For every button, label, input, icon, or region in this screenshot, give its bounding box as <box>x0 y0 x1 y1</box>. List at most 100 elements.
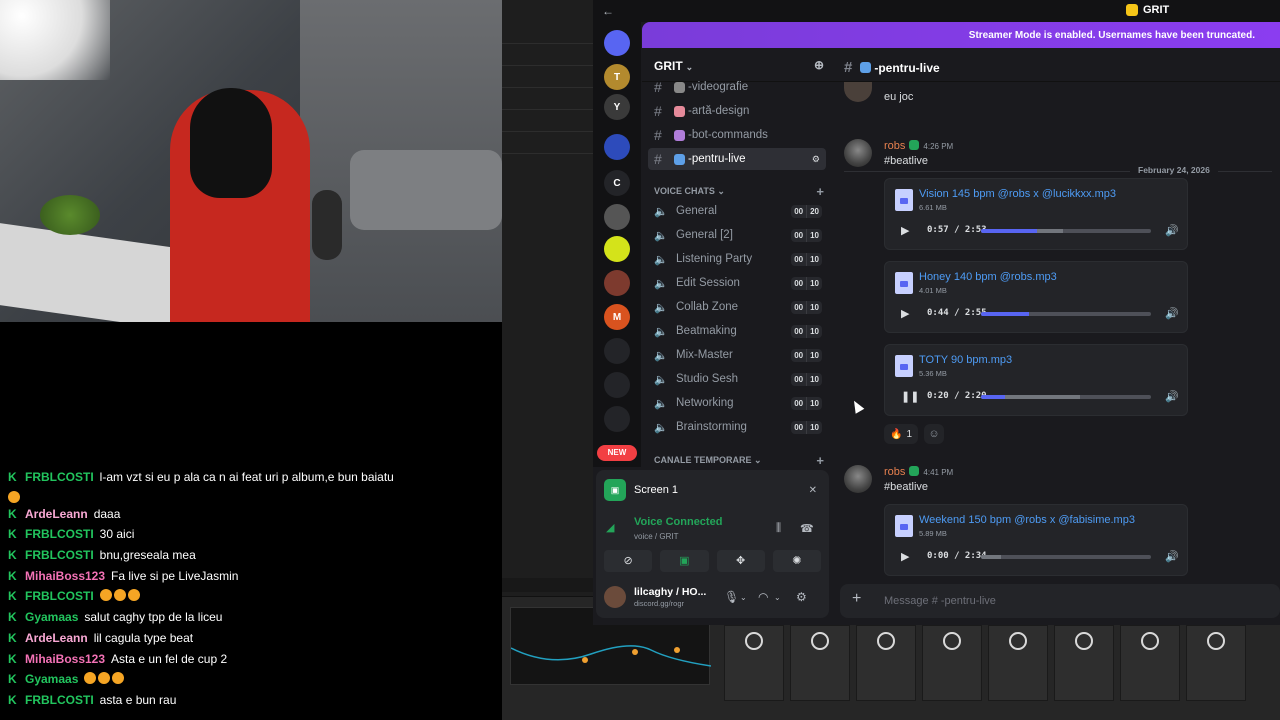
back-arrow-icon[interactable]: ← <box>602 4 614 18</box>
server-icon[interactable] <box>604 270 630 296</box>
author-name[interactable]: robs <box>884 466 905 478</box>
add-channel-icon[interactable]: + <box>816 184 824 199</box>
avatar[interactable] <box>844 82 872 102</box>
chat-username[interactable]: ArdeLeann <box>25 507 88 522</box>
seek-bar[interactable] <box>981 312 1151 316</box>
stop-stream-icon[interactable]: ✕ <box>809 485 817 496</box>
pause-icon[interactable]: ❚❚ <box>901 390 919 403</box>
date-divider: February 24, 2026 <box>844 165 1272 175</box>
headphones-icon[interactable]: ◠ <box>758 590 768 604</box>
server-icon[interactable] <box>604 134 630 160</box>
add-attachment-icon[interactable]: + <box>852 590 861 608</box>
daw-device[interactable] <box>724 625 784 701</box>
chat-username[interactable]: FRBLCOSTI <box>25 693 94 708</box>
voice-channel-path[interactable]: voice / GRIT <box>634 532 678 541</box>
seek-bar[interactable] <box>981 229 1151 233</box>
voice-channel-item[interactable]: 🔈 Collab Zone 00 10 <box>648 296 826 318</box>
chat-username[interactable]: Gyamaas <box>25 610 78 625</box>
screen-share-button-icon[interactable]: ▣ <box>660 550 709 572</box>
volume-icon[interactable]: 🔊 <box>1165 390 1179 403</box>
soundboard-icon[interactable]: ✺ <box>772 550 821 572</box>
microphone-icon[interactable]: 🎙 <box>724 590 739 604</box>
text-channel-item[interactable]: # -pentru-live ⚙ <box>648 148 826 170</box>
settings-gear-icon[interactable]: ⚙ <box>796 590 807 604</box>
daw-device[interactable] <box>856 625 916 701</box>
text-channel-item[interactable]: # -bot-commands <box>648 124 826 146</box>
text-channel-item[interactable]: # -videografie <box>648 76 826 98</box>
volume-icon[interactable]: 🔊 <box>1165 307 1179 320</box>
daw-device[interactable] <box>790 625 850 701</box>
new-badge[interactable]: NEW <box>597 445 637 461</box>
voice-channel-item[interactable]: 🔈 General 00 20 <box>648 200 826 222</box>
file-name[interactable]: Honey 140 bpm @robs.mp3 <box>919 271 1057 283</box>
daw-device[interactable] <box>1054 625 1114 701</box>
voice-channel-item[interactable]: 🔈 General [2] 00 10 <box>648 224 826 246</box>
reaction-fire[interactable]: 🔥 1 <box>884 424 919 444</box>
invite-icon[interactable]: ⊕ <box>814 58 824 72</box>
file-name[interactable]: TOTY 90 bpm.mp3 <box>919 354 1012 366</box>
server-icon[interactable]: Y <box>604 94 630 120</box>
server-icon[interactable] <box>604 236 630 262</box>
chat-username[interactable]: MihaiBoss123 <box>25 569 105 584</box>
voice-channel-item[interactable]: 🔈 Mix-Master 00 10 <box>648 344 826 366</box>
add-channel-icon[interactable]: + <box>816 453 824 468</box>
chat-username[interactable]: ArdeLeann <box>25 631 88 646</box>
server-icon[interactable] <box>604 338 630 364</box>
user-info[interactable]: lilcaghy / HO... discord.gg/rogr 🎙 ⌄ ◠ ⌄… <box>604 584 821 612</box>
file-name[interactable]: Vision 145 bpm @robs x @lucikkxx.mp3 <box>919 188 1116 200</box>
server-icon[interactable] <box>604 30 630 56</box>
seek-bar[interactable] <box>981 395 1151 399</box>
disconnect-icon[interactable]: ☎ <box>800 522 814 535</box>
chat-username[interactable]: FRBLCOSTI <box>25 548 94 563</box>
play-icon[interactable]: ▶ <box>901 550 909 563</box>
chevron-down-icon[interactable]: ⌄ <box>740 593 747 602</box>
chat-username[interactable]: FRBLCOSTI <box>25 589 94 604</box>
voice-channel-item[interactable]: 🔈 Brainstorming 00 10 <box>648 416 826 438</box>
file-name[interactable]: Weekend 150 bpm @robs x @fabisime.mp3 <box>919 514 1135 526</box>
daw-device[interactable] <box>1186 625 1246 701</box>
speaker-icon: 🔈 <box>654 397 668 410</box>
user-status: discord.gg/rogr <box>634 599 685 608</box>
voice-channel-item[interactable]: 🔈 Beatmaking 00 10 <box>648 320 826 342</box>
add-reaction-icon[interactable]: ☺ <box>924 424 945 444</box>
play-icon[interactable]: ▶ <box>901 224 909 237</box>
volume-icon[interactable]: 🔊 <box>1165 550 1179 563</box>
server-icon[interactable]: M <box>604 304 630 330</box>
chat-username[interactable]: MihaiBoss123 <box>25 652 105 667</box>
chevron-down-icon[interactable]: ⌄ <box>774 593 781 602</box>
text-channel-item[interactable]: # -artă-design <box>648 100 826 122</box>
chat-username[interactable]: FRBLCOSTI <box>25 527 94 542</box>
message-input[interactable]: Message # -pentru-live <box>884 595 996 607</box>
server-icon[interactable]: T <box>604 64 630 90</box>
activities-icon[interactable]: ✥ <box>716 550 765 572</box>
category-temporary[interactable]: CANALE TEMPORARE ⌄ + <box>654 453 824 468</box>
server-icon[interactable]: C <box>604 170 630 196</box>
voice-channel-item[interactable]: 🔈 Studio Sesh 00 10 <box>648 368 826 390</box>
chat-username[interactable]: FRBLCOSTI <box>25 470 94 485</box>
message-composer[interactable]: + Message # -pentru-live <box>840 584 1280 618</box>
daw-device[interactable] <box>922 625 982 701</box>
chat-username[interactable]: Gyamaas <box>25 672 78 687</box>
signal-icon[interactable]: ◢ <box>606 521 614 534</box>
avatar[interactable] <box>844 465 872 493</box>
noise-suppression-icon[interactable]: ⫼ <box>776 522 781 535</box>
camera-off-icon[interactable]: ⊘ <box>604 550 653 572</box>
avatar[interactable] <box>844 139 872 167</box>
server-icon[interactable] <box>604 372 630 398</box>
category-voice-chats[interactable]: VOICE CHATS ⌄ + <box>654 184 824 199</box>
channel-settings-icon[interactable]: ⚙ <box>812 154 820 165</box>
server-icon[interactable] <box>604 406 630 432</box>
daw-device[interactable] <box>988 625 1048 701</box>
voice-status[interactable]: Voice Connected <box>634 516 722 528</box>
daw-device[interactable] <box>1120 625 1180 701</box>
screen-share-row[interactable]: ▣ Screen 1 ✕ <box>604 478 821 502</box>
play-icon[interactable]: ▶ <box>901 307 909 320</box>
server-icon[interactable] <box>604 204 630 230</box>
voice-channel-item[interactable]: 🔈 Edit Session 00 10 <box>648 272 826 294</box>
volume-icon[interactable]: 🔊 <box>1165 224 1179 237</box>
voice-channel-item[interactable]: 🔈 Listening Party 00 10 <box>648 248 826 270</box>
author-name[interactable]: robs <box>884 140 905 152</box>
avatar[interactable] <box>604 586 626 608</box>
voice-channel-item[interactable]: 🔈 Networking 00 10 <box>648 392 826 414</box>
seek-bar[interactable] <box>981 555 1151 559</box>
